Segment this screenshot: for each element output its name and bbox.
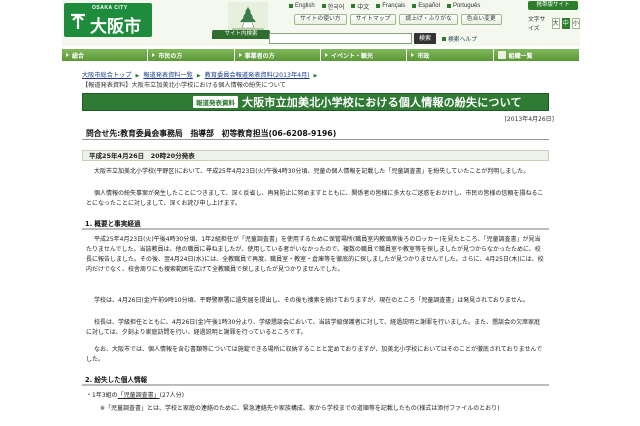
font-size-medium-button[interactable]: 中 [561, 17, 570, 29]
breadcrumb-press-list-link[interactable]: 報道発表資料一覧 [143, 72, 193, 79]
language-links: English 한국어 中文 Français Español Portuguê… [289, 2, 480, 11]
nav-citizens[interactable]: 市民の方 [148, 49, 235, 61]
lost-item: ・1年3組の「児童調査書」(27人分) [86, 392, 184, 399]
breadcrumb-current: 【報道発表資料】大阪市立加美北小学校における個人情報の紛失について [82, 82, 286, 89]
search-input[interactable] [269, 33, 412, 44]
lang-portuguese[interactable]: Português [446, 3, 480, 9]
nav-general[interactable]: 総合 [62, 49, 149, 61]
font-size-large-button[interactable]: 大 [551, 17, 560, 29]
breadcrumb: 大阪市総合トップ ▶ 報道発表資料一覧 ▶ 教育委員会報道発表資料(2013年4月) ▶ … [82, 71, 552, 90]
color-change-button[interactable]: 色合い変更 [460, 14, 502, 25]
font-size-label: 文字サイズ [528, 17, 546, 32]
tool-buttons: サイトの使い方 サイトマップ 読上げ・ふりがな 色合い変更 [294, 14, 502, 25]
search-bar: 検索 検索ヘルプ [212, 33, 512, 45]
arrow-right-icon [152, 53, 156, 57]
osaka-city-logo[interactable]: OSAKA CITY 大阪市 [64, 3, 152, 37]
bullet-icon [412, 4, 417, 8]
bullet-icon [376, 4, 381, 8]
section-heading-overview: 1. 概要と事実経過 [82, 218, 549, 230]
press-release-badge: 報道発表資料 [193, 96, 238, 108]
nav-business[interactable]: 事業者の方 [234, 49, 321, 61]
contact-info: 問合せ先:教育委員会事務局 指導部 初等教育担当(06-6208-9196) [82, 128, 549, 140]
breadcrumb-arrow-icon: ▶ [313, 73, 318, 79]
global-nav: 総合 市民の方 事業者の方 イベント・観光 市政 組織一覧 [62, 49, 580, 61]
search-button[interactable]: 検索 [414, 33, 436, 44]
bullet-icon [446, 4, 451, 8]
bullet-icon [289, 4, 293, 8]
page: OSAKA CITY 大阪市 サイト内検索 English 한국어 中文 Fra… [62, 0, 580, 426]
arrow-right-icon [411, 53, 415, 57]
logo-small-text: OSAKA CITY [92, 5, 128, 11]
overview-paragraph-2: 学校は、4月26日(金)午前9時10分頃、平野警察署に遺失届を提出し、その後も捜… [94, 297, 529, 304]
lang-french[interactable]: Français [376, 3, 405, 9]
font-size-small-button[interactable]: 小 [571, 17, 580, 29]
survey-note: ※「児童調査書」とは、学校と家庭の連絡のために、緊急連絡先や家族構成、家から学校… [100, 405, 500, 412]
bullet-icon [321, 4, 326, 8]
breadcrumb-arrow-icon: ▶ [196, 73, 201, 79]
lang-chinese[interactable]: 中文 [351, 2, 369, 11]
lang-korean[interactable]: 한국어 [321, 2, 344, 11]
release-time: 平成25年4月26日 20時20分発表 [82, 150, 549, 161]
arrow-right-icon [238, 53, 242, 57]
logo-name: 大阪市 [90, 17, 141, 37]
lang-spanish[interactable]: Español [412, 3, 440, 9]
overview-paragraph-3: 校長は、学級担任とともに、4月26日(金)午後1時30分より、学級懇談会において… [86, 319, 541, 336]
overview-paragraph-1: 平成25年4月23日(火)午後4時30分頃、1年2組担任が「児童調査書」を使用す… [86, 236, 544, 273]
breadcrumb-arrow-icon: ▶ [135, 73, 140, 79]
font-size-controls: 文字サイズ 大 中 小 [528, 14, 580, 32]
student-survey-link[interactable]: 「児童調査書」 [118, 392, 160, 399]
breadcrumb-board-press-link[interactable]: 教育委員会報道発表資料(2013年4月) [205, 72, 310, 79]
breadcrumb-top-link[interactable]: 大阪市総合トップ [82, 72, 132, 79]
page-title: 大阪市立加美北小学校における個人情報の紛失について [242, 96, 522, 109]
header: OSAKA CITY 大阪市 サイト内検索 English 한국어 中文 Fra… [62, 0, 580, 46]
publish-date: [2013年4月26日] [504, 116, 554, 123]
page-title-bar: 報道発表資料 大阪市立加美北小学校における個人情報の紛失について [82, 93, 549, 111]
read-aloud-button[interactable]: 読上げ・ふりがな [399, 14, 458, 25]
nav-organizations[interactable]: 組織一覧 [493, 49, 580, 61]
site-guide-button[interactable]: サイトの使い方 [294, 14, 347, 25]
sitemap-button[interactable]: サイトマップ [349, 14, 397, 25]
bullet-icon [442, 36, 446, 41]
arrow-right-icon [324, 53, 328, 57]
lang-english[interactable]: English [289, 3, 315, 9]
search-help-link[interactable]: 検索ヘルプ [442, 34, 477, 43]
bullet-icon [351, 4, 356, 8]
organization-icon [497, 51, 506, 59]
intro-paragraph-2: 個人情報の紛失事案が発生したことにつきまして、深く反省し、再発防止に努めますとと… [86, 190, 544, 207]
city-mark-icon [71, 13, 85, 29]
intro-paragraph-1: 大阪市立加美北小学校(平野区)において、平成25年4月23日(火)午後4時30分… [94, 168, 530, 175]
arrow-right-icon [66, 53, 69, 57]
mobile-site-button[interactable]: 携帯版サイト [528, 1, 578, 10]
nav-city-government[interactable]: 市政 [407, 49, 494, 61]
section-heading-lost-info: 2. 紛失した個人情報 [82, 374, 549, 386]
overview-paragraph-4: なお、大阪市では、個人情報を含む書類等については施錠できる場所に収納することと定… [86, 346, 543, 363]
nav-events-tourism[interactable]: イベント・観光 [320, 49, 408, 61]
osaka-castle-icon [228, 2, 268, 32]
